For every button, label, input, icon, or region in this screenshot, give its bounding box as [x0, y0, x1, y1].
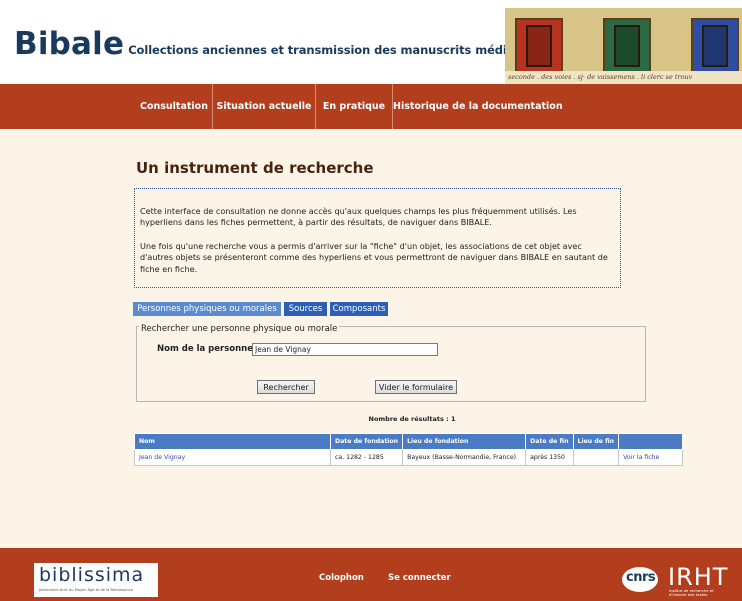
table-row: Jean de Vignay ca. 1282 - 1285 Bayeux (B…: [134, 449, 684, 466]
green-book-icon: [603, 18, 651, 74]
blue-book-icon: [691, 18, 739, 74]
name-field-label: Nom de la personne :: [157, 344, 260, 354]
nav-historique[interactable]: Historique de la documentation: [393, 84, 563, 129]
intro-box: Cette interface de consultation ne donne…: [134, 188, 621, 288]
column-header-lieu-fondation: Lieu de fondation: [402, 433, 527, 450]
cell-action: Voir la fiche: [618, 449, 684, 466]
search-button[interactable]: Rechercher: [257, 380, 315, 394]
tab-personnes[interactable]: Personnes physiques ou morales: [133, 302, 281, 316]
colophon-link[interactable]: Colophon: [319, 573, 364, 583]
red-book-icon: [515, 18, 563, 74]
irht-logo-tagline: Institut de recherche et d'histoire des …: [669, 588, 714, 598]
brand-subtitle: Collections anciennes et transmission de…: [128, 43, 545, 57]
biblissima-logo[interactable]: biblissima patrimoine écrit du Moyen Âge…: [34, 563, 158, 597]
page-title: Un instrument de recherche: [136, 159, 374, 177]
tab-composants[interactable]: Composants: [330, 302, 388, 316]
cell-date-fondation: ca. 1282 - 1285: [329, 449, 404, 466]
nav-en-pratique[interactable]: En pratique: [316, 84, 392, 129]
nav-situation-actuelle[interactable]: Situation actuelle: [213, 84, 315, 129]
search-form-legend: Rechercher une personne physique ou mora…: [139, 324, 340, 334]
intro-paragraph-1: Cette interface de consultation ne donne…: [140, 206, 577, 228]
column-header-action: [618, 433, 684, 450]
site-header: Bibale Collections anciennes et transmiss…: [0, 0, 742, 84]
cell-date-fin: après 1350: [525, 449, 574, 466]
column-header-date-fin: Date de fin: [525, 433, 574, 450]
cell-lieu-fondation: Bayeux (Basse-Normandie, France): [402, 449, 527, 466]
result-name-link[interactable]: Jean de Vignay: [139, 454, 185, 461]
irht-logo[interactable]: IRHT: [668, 563, 728, 591]
login-link[interactable]: Se connecter: [388, 573, 451, 583]
results-header-row: Nom Date de fondation Lieu de fondation …: [134, 433, 684, 450]
cell-nom: Jean de Vignay: [134, 449, 331, 466]
illumination-caption: seconde . des voies . sj· de vaissemens …: [508, 73, 693, 81]
name-input[interactable]: [252, 343, 438, 356]
view-record-link[interactable]: Voir la fiche: [623, 454, 659, 461]
tab-sources[interactable]: Sources: [284, 302, 327, 316]
cell-lieu-fin: [572, 449, 620, 466]
manuscript-illumination-banner: seconde . des voies . sj· de vaissemens …: [505, 8, 742, 84]
results-table: Nom Date de fondation Lieu de fondation …: [134, 433, 684, 466]
column-header-date-fondation: Date de fondation: [329, 433, 404, 450]
brand-name[interactable]: Bibale: [14, 26, 124, 62]
column-header-nom: Nom: [134, 433, 331, 450]
biblissima-logo-tagline: patrimoine écrit du Moyen Âge et de la R…: [39, 588, 133, 592]
intro-paragraph-2: Une fois qu'une recherche vous a permis …: [140, 241, 608, 274]
column-header-lieu-fin: Lieu de fin: [572, 433, 620, 450]
nav-consultation[interactable]: Consultation: [136, 84, 212, 129]
biblissima-logo-text: biblissima: [39, 564, 145, 586]
clear-form-button[interactable]: Vider le formulaire: [375, 380, 457, 394]
cnrs-logo[interactable]: cnrs: [622, 567, 658, 592]
site-brand[interactable]: Bibale Collections anciennes et transmiss…: [14, 26, 545, 62]
main-navigation: Consultation Situation actuelle En prati…: [0, 84, 742, 129]
cnrs-logo-text: cnrs: [626, 570, 656, 585]
results-count: Nombre de résultats : 1: [368, 415, 456, 423]
